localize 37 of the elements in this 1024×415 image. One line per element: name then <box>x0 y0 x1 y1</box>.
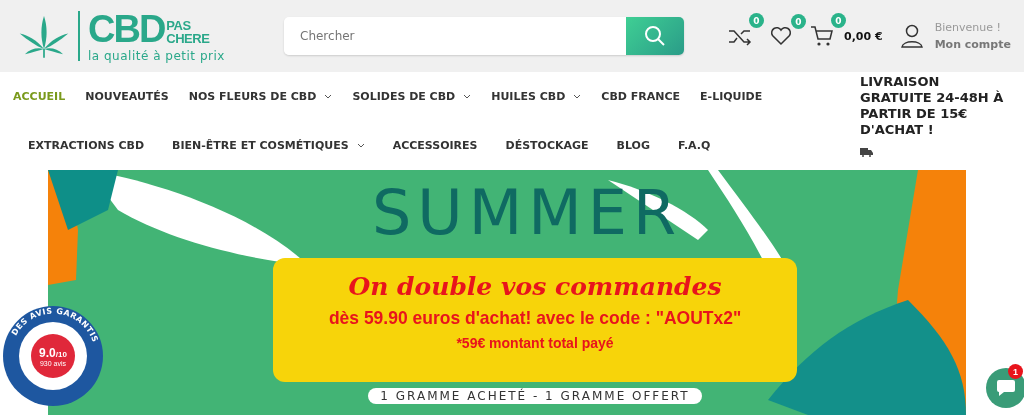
nav-link[interactable]: SOLIDES DE CBD <box>352 90 472 103</box>
nav-link[interactable]: DÉSTOCKAGE <box>505 139 589 152</box>
count-badge: 0 <box>831 13 846 28</box>
logo-wordmark-top: PAS <box>166 18 192 32</box>
cart-total[interactable]: 0,00 € <box>844 29 883 43</box>
cart-icon[interactable] <box>810 25 834 47</box>
search-button[interactable] <box>626 17 684 55</box>
offer-note: *59€ montant total payé <box>456 335 614 351</box>
search-icon <box>644 25 666 47</box>
nav-link[interactable]: ACCESSOIRES <box>392 139 478 152</box>
logo-wordmark: CBD <box>88 9 165 48</box>
shipping-notice: LIVRAISON GRATUITE 24-48H À PARTIR DE 15€ D'ACHAT ! <box>860 74 1005 138</box>
heart-icon[interactable] <box>770 26 792 46</box>
banner-title: SUMMER <box>372 182 682 244</box>
account-link[interactable]: Mon compte <box>934 38 1011 51</box>
truck-icon <box>860 148 873 157</box>
nav-link[interactable]: BLOG <box>616 139 650 152</box>
nav-link[interactable]: E-LIQUIDE <box>700 90 763 103</box>
logo-tagline: la qualité à petit prix <box>88 48 225 63</box>
chat-bubble-icon <box>996 379 1016 397</box>
search-field[interactable]: Chercher <box>284 17 626 55</box>
nav-link[interactable]: NOS FLEURS DE CBD <box>188 90 333 103</box>
offer-text: dès 59.90 euros d'achat! avec le code : "AOUTx2" <box>328 307 742 329</box>
nav-link[interactable]: EXTRACTIONS CBD <box>28 139 145 152</box>
count-badge: 0 <box>749 13 764 28</box>
banner-headline: On double vos commandes <box>348 272 722 301</box>
nav-link[interactable]: F.A.Q <box>678 139 711 152</box>
greeting-text: Bienvenue ! <box>934 21 1002 34</box>
nav-link[interactable]: NOUVEAUTÉS <box>85 90 169 103</box>
offer-pill: 1 GRAMME ACHETÉ - 1 GRAMME OFFERT <box>368 388 702 404</box>
count-badge: 0 <box>791 14 806 29</box>
logo-wordmark-bottom: CHERE <box>166 31 210 45</box>
nav-link[interactable]: CBD FRANCE <box>601 90 681 103</box>
unread-badge: 1 <box>1008 364 1023 379</box>
user-icon[interactable] <box>900 24 923 48</box>
nav-link[interactable]: HUILES CBD <box>491 90 582 103</box>
nav-link[interactable]: BIEN-ÊTRE ET COSMÉTIQUES <box>172 139 365 152</box>
